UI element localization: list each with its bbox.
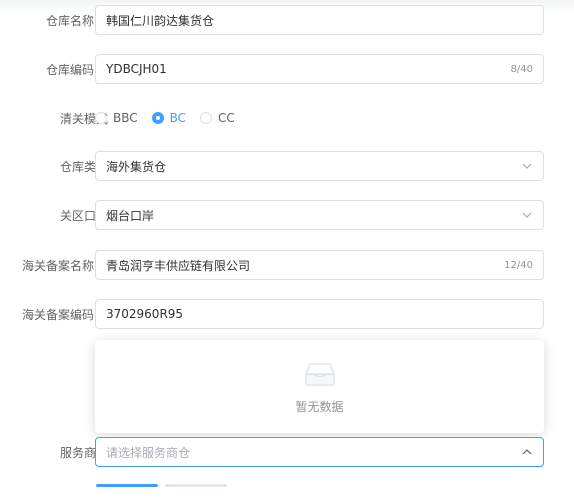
warehouse-code-input[interactable]: YDBCJH01 8/40 xyxy=(95,54,544,84)
empty-box-icon xyxy=(300,358,340,392)
customs-record-name-label-text: 海关备案名称 xyxy=(21,258,94,273)
service-provider-placeholder: 请选择服务商仓 xyxy=(106,445,191,460)
chevron-down-icon[interactable] xyxy=(521,209,533,221)
warehouse-form-page: 仓库名称 ? 韩国仁川韵达集货仓 仓库编码 ? YDBCJH01 8/40 清关… xyxy=(0,0,574,504)
radio-cc[interactable]: CC xyxy=(200,111,235,125)
customs-record-name-value: 青岛润亨丰供应链有限公司 xyxy=(106,258,251,273)
warehouse-type-value: 海外集货仓 xyxy=(106,159,167,174)
customs-record-code-label-text: 海关备案编码 xyxy=(21,307,94,322)
customs-port-value: 烟台口岸 xyxy=(106,208,155,223)
warehouse-code-value: YDBCJH01 xyxy=(106,62,167,76)
radio-circle[interactable] xyxy=(95,112,107,124)
radio-bbc[interactable]: BBC xyxy=(95,111,138,125)
warehouse-type-select[interactable]: 海外集货仓 xyxy=(95,151,544,181)
radio-cc-label: CC xyxy=(218,111,235,125)
warehouse-code-count: 8/40 xyxy=(510,63,533,75)
clearance-mode-radio-group: BBC BC CC xyxy=(95,108,249,128)
customs-record-code-input[interactable]: 3702960R95 xyxy=(95,299,544,329)
chevron-down-icon[interactable] xyxy=(521,160,533,172)
service-provider-select[interactable]: 请选择服务商仓 xyxy=(95,437,544,467)
empty-data-text: 暂无数据 xyxy=(295,400,344,414)
radio-bbc-label: BBC xyxy=(113,111,138,125)
radio-bc-label: BC xyxy=(169,111,187,125)
customs-port-select[interactable]: 烟台口岸 xyxy=(95,200,544,230)
service-provider-dropdown: 暂无数据 xyxy=(95,340,544,433)
secondary-button-edge[interactable] xyxy=(165,484,227,487)
customs-record-name-input[interactable]: 青岛润亨丰供应链有限公司 12/40 xyxy=(95,250,544,280)
warehouse-name-value: 韩国仁川韵达集货仓 xyxy=(106,13,215,28)
primary-button-edge[interactable] xyxy=(96,484,158,487)
radio-circle[interactable] xyxy=(200,112,213,124)
radio-circle-checked[interactable] xyxy=(151,112,164,124)
radio-bc[interactable]: BC xyxy=(151,111,187,125)
chevron-up-icon[interactable] xyxy=(521,446,533,458)
customs-record-name-count: 12/40 xyxy=(504,259,533,271)
warehouse-name-input[interactable]: 韩国仁川韵达集货仓 xyxy=(95,5,544,35)
warehouse-name-label-text: 仓库名称 xyxy=(45,13,94,28)
warehouse-code-label-text: 仓库编码 xyxy=(45,62,94,77)
customs-record-code-value: 3702960R95 xyxy=(106,307,184,321)
